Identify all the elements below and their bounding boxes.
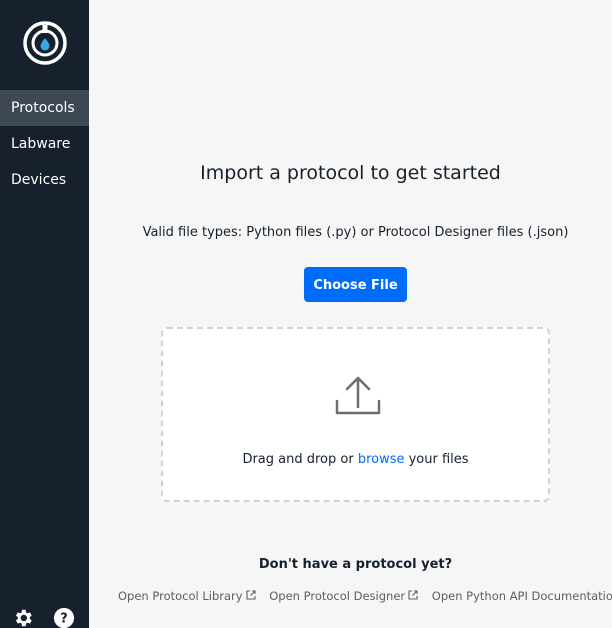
upload-icon [335, 376, 381, 415]
opentrons-logo-icon[interactable] [23, 21, 67, 65]
sidebar-item-devices[interactable]: Devices [0, 162, 89, 198]
link-label: Open Protocol Library [118, 589, 243, 603]
open-python-api-docs-link[interactable]: Open Python API Documentation [432, 589, 612, 603]
help-icon[interactable]: ? [53, 607, 75, 628]
dropzone-text: Drag and drop or browse your files [163, 452, 548, 467]
page-title: Import a protocol to get started [200, 162, 501, 184]
valid-file-types-text: Valid file types: Python files (.py) or … [142, 225, 569, 240]
external-links: Open Protocol Library Open Protocol Desi… [118, 589, 612, 603]
external-link-icon [408, 590, 418, 600]
sidebar-item-labware[interactable]: Labware [0, 126, 89, 162]
dropzone-text-before: Drag and drop or [242, 452, 358, 467]
link-label: Open Protocol Designer [269, 589, 406, 603]
link-label: Open Python API Documentation [431, 589, 612, 603]
choose-file-button[interactable]: Choose File [304, 267, 407, 302]
no-protocol-heading: Don't have a protocol yet? [258, 557, 453, 572]
sidebar: Protocols Labware Devices ? [0, 0, 89, 628]
browse-link[interactable]: browse [358, 452, 405, 467]
gear-icon[interactable] [12, 607, 34, 628]
dropzone-text-after: your files [404, 452, 469, 467]
svg-text:?: ? [60, 612, 67, 627]
external-link-icon [246, 590, 256, 600]
open-protocol-designer-link[interactable]: Open Protocol Designer [269, 589, 418, 603]
sidebar-item-protocols[interactable]: Protocols [0, 90, 89, 126]
file-dropzone[interactable]: Drag and drop or browse your files [161, 327, 550, 502]
app-window: Protocols Labware Devices ? Import a pro… [0, 0, 612, 628]
open-protocol-library-link[interactable]: Open Protocol Library [118, 589, 256, 603]
